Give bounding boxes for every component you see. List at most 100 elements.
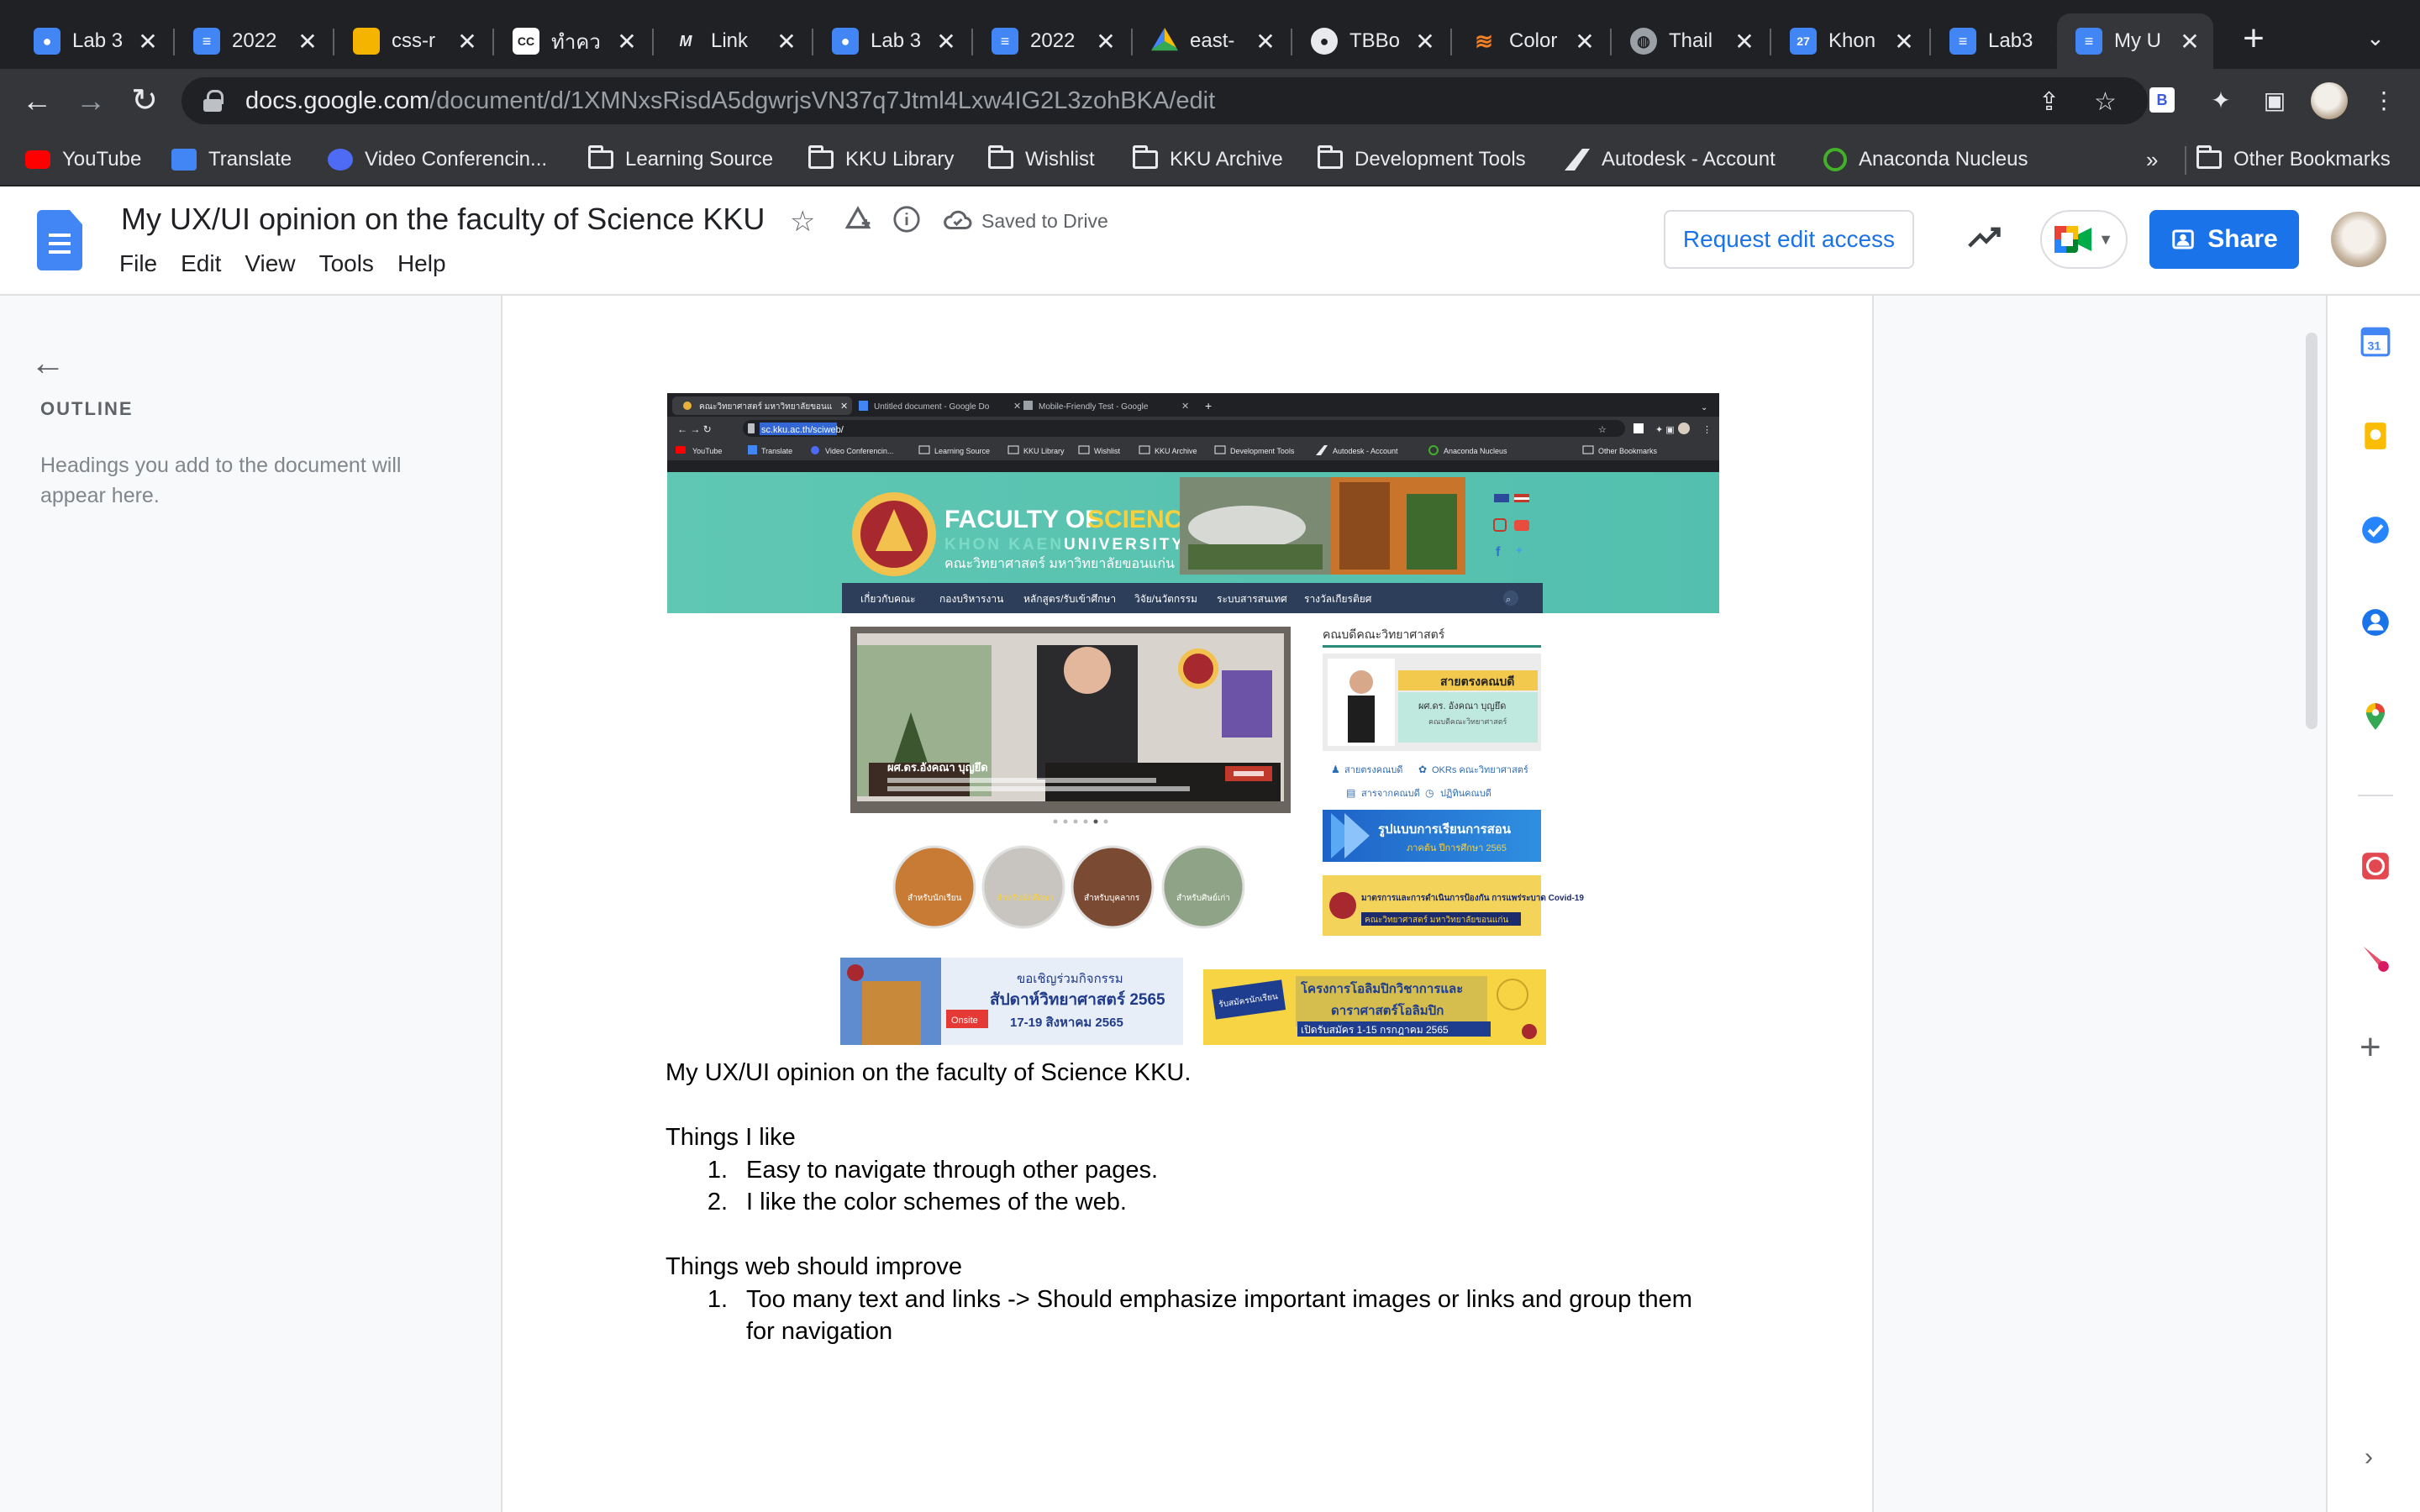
svg-text:ภาคต้น ปีการศึกษา 2565: ภาคต้น ปีการศึกษา 2565: [1407, 843, 1507, 853]
url-text[interactable]: docs.google.com/document/d/1XMNxsRisdA5d…: [245, 87, 1215, 115]
chevron-down-icon: ▼: [2098, 230, 2113, 248]
list-number: 2.: [707, 1189, 728, 1215]
browser-tab[interactable]: ≡ 2022 ✕: [175, 13, 331, 69]
svg-text:รูปแบบการเรียนการสอน: รูปแบบการเรียนการสอน: [1378, 822, 1512, 837]
star-icon[interactable]: ☆: [790, 205, 815, 239]
side-panel-icon[interactable]: ▣: [2259, 84, 2291, 116]
browser-tab[interactable]: M Link ✕: [654, 13, 810, 69]
new-tab-button[interactable]: +: [2235, 20, 2272, 59]
svg-text:☆: ☆: [1598, 425, 1607, 435]
meet-button[interactable]: ▼: [2040, 210, 2128, 269]
bookmark-anaconda[interactable]: Anaconda Nucleus: [1823, 143, 2028, 176]
browser-tab[interactable]: ≋ Color ✕: [1452, 13, 1608, 69]
document-body[interactable]: My UX/UI opinion on the faculty of Scien…: [666, 1057, 1724, 1348]
bookmarks-bar: YouTube Translate Video Conferencin... L…: [0, 133, 2420, 186]
extension-b-icon[interactable]: B: [2149, 87, 2175, 113]
request-edit-access-button[interactable]: Request edit access: [1664, 210, 1914, 269]
close-tab-icon[interactable]: ✕: [615, 28, 639, 55]
list-number: 1.: [707, 1285, 728, 1313]
browser-tab[interactable]: ● TBBo ✕: [1292, 13, 1449, 69]
menu-tools[interactable]: Tools: [308, 250, 386, 277]
menu-view[interactable]: View: [233, 250, 307, 277]
address-bar[interactable]: docs.google.com/document/d/1XMNxsRisdA5d…: [182, 77, 2148, 124]
show-side-panel-chevron-icon[interactable]: ›: [2365, 1443, 2373, 1472]
browser-tab[interactable]: ≡ 2022 ✕: [973, 13, 1129, 69]
close-tab-icon[interactable]: ✕: [136, 28, 160, 55]
close-tab-icon[interactable]: ✕: [1573, 28, 1597, 55]
browser-tab[interactable]: east- ✕: [1133, 13, 1289, 69]
close-tab-icon[interactable]: ✕: [1254, 28, 1277, 55]
document-page[interactable]: คณะวิทยาศาสตร์ มหาวิทยาลัยขอนแ ✕ Untitle…: [501, 296, 1874, 1512]
svg-text:⌄: ⌄: [1701, 403, 1707, 412]
account-avatar[interactable]: [2331, 212, 2386, 267]
close-tab-icon[interactable]: ✕: [1733, 28, 1756, 55]
close-tab-icon[interactable]: ✕: [1892, 28, 1916, 55]
document-title[interactable]: My UX/UI opinion on the faculty of Scien…: [121, 202, 765, 237]
svg-text:Other Bookmarks: Other Bookmarks: [1598, 447, 1658, 455]
move-to-drive-icon[interactable]: [842, 203, 874, 243]
get-addons-plus-icon[interactable]: +: [2360, 1029, 2381, 1066]
maps-icon[interactable]: [2360, 701, 2391, 732]
creative-cloud-icon[interactable]: [2360, 850, 2391, 882]
bookmark-kku-archive[interactable]: KKU Archive: [1133, 143, 1283, 176]
bookmarks-overflow[interactable]: »: [2146, 143, 2158, 176]
browser-tab[interactable]: ● Lab 3 ✕: [15, 13, 171, 69]
bookmark-wishlist[interactable]: Wishlist: [988, 143, 1095, 176]
share-people-icon: [2172, 229, 2195, 249]
close-outline-arrow-icon[interactable]: ←: [30, 343, 66, 383]
browser-tab[interactable]: css-r ✕: [334, 13, 491, 69]
svg-text:Untitled document - Google Do: Untitled document - Google Do: [874, 402, 990, 412]
other-bookmarks[interactable]: Other Bookmarks: [2196, 143, 2391, 176]
extensions-puzzle-icon[interactable]: ✦: [2205, 84, 2237, 116]
browser-tab[interactable]: CC ทำคว ✕: [494, 13, 650, 69]
reload-icon[interactable]: ↻: [126, 82, 163, 119]
browser-tab[interactable]: ◍ Thail ✕: [1612, 13, 1768, 69]
bookmark-autodesk[interactable]: Autodesk - Account: [1565, 143, 1776, 176]
close-tab-icon[interactable]: ✕: [455, 28, 479, 55]
bookmark-development-tools[interactable]: Development Tools: [1318, 143, 1526, 176]
svg-text:✕: ✕: [1013, 402, 1021, 412]
contacts-icon[interactable]: [2360, 606, 2391, 638]
svg-text:✿: ✿: [1418, 764, 1427, 775]
list-item: 1. Too many text and links -> Should emp…: [666, 1284, 1724, 1348]
menu-edit[interactable]: Edit: [169, 250, 233, 277]
close-tab-icon[interactable]: ✕: [1094, 28, 1118, 55]
svg-text:Anaconda Nucleus: Anaconda Nucleus: [1444, 447, 1507, 455]
browser-tab[interactable]: ● Lab 3 ✕: [813, 13, 970, 69]
menu-help[interactable]: Help: [386, 250, 458, 277]
close-tab-icon[interactable]: ✕: [2178, 28, 2202, 55]
tab-search-chevron-icon[interactable]: ⌄: [2366, 25, 2385, 51]
back-icon[interactable]: ←: [18, 82, 55, 119]
browser-menu-icon[interactable]: ⋮: [2368, 84, 2400, 116]
profile-avatar[interactable]: [2311, 82, 2348, 119]
calendar-icon[interactable]: 31: [2360, 326, 2391, 358]
document-status-info-icon[interactable]: [892, 205, 921, 241]
share-page-icon[interactable]: ⇪: [2039, 87, 2060, 117]
forward-icon[interactable]: →: [72, 82, 109, 119]
bookmark-translate[interactable]: Translate: [171, 143, 292, 176]
menu-file[interactable]: File: [119, 250, 169, 277]
bookmark-youtube[interactable]: YouTube: [25, 143, 141, 176]
svg-text:Learning Source: Learning Source: [934, 447, 990, 455]
google-docs-logo-icon[interactable]: [37, 210, 82, 270]
calendar-icon: 27: [1790, 28, 1817, 55]
browser-tab-active[interactable]: ≡ My U ✕: [2057, 13, 2213, 69]
browser-tab[interactable]: 27 Khon ✕: [1771, 13, 1928, 69]
close-tab-icon[interactable]: ✕: [296, 28, 319, 55]
share-button[interactable]: Share: [2149, 210, 2299, 269]
tasks-icon[interactable]: [2360, 514, 2391, 546]
document-scrollbar[interactable]: [2306, 333, 2317, 729]
close-tab-icon[interactable]: ✕: [775, 28, 798, 55]
bookmark-star-icon[interactable]: ☆: [2094, 87, 2117, 117]
bookmark-kku-library[interactable]: KKU Library: [808, 143, 954, 176]
pen-addon-icon[interactable]: [2360, 942, 2391, 974]
embedded-website-screenshot[interactable]: คณะวิทยาศาสตร์ มหาวิทยาลัยขอนแ ✕ Untitle…: [667, 393, 1719, 1147]
side-panel: 31 + ›: [2326, 296, 2420, 1512]
close-tab-icon[interactable]: ✕: [934, 28, 958, 55]
activity-dashboard-icon[interactable]: [1966, 220, 2003, 254]
bookmark-video-conferencing[interactable]: Video Conferencin...: [328, 143, 547, 176]
keep-icon[interactable]: [2360, 420, 2391, 452]
drive-icon: [1151, 28, 1178, 51]
bookmark-learning-source[interactable]: Learning Source: [588, 143, 773, 176]
close-tab-icon[interactable]: ✕: [1413, 28, 1437, 55]
